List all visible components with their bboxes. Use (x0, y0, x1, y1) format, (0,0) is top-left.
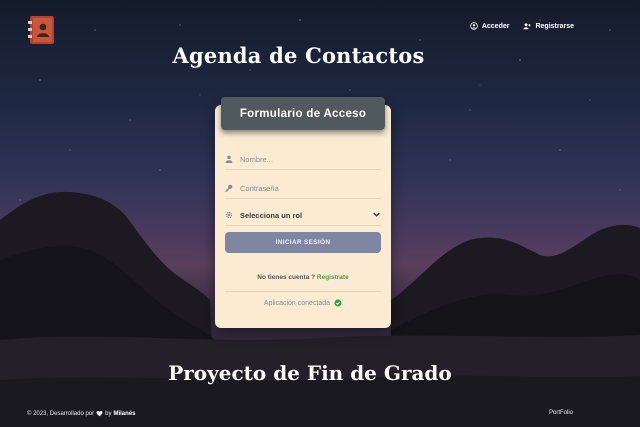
login-card-header: Formulario de Acceso (221, 97, 385, 130)
top-navigation: Acceder Registrarse (470, 22, 574, 30)
login-card: Formulario de Acceso Selecciona un rol I… (215, 97, 391, 328)
gear-icon (225, 211, 234, 220)
password-input[interactable] (240, 183, 370, 193)
author-name: Milanés (113, 410, 136, 417)
role-select[interactable]: Selecciona un rol (225, 205, 381, 226)
key-icon (225, 184, 234, 193)
heart-icon (96, 410, 103, 417)
register-link[interactable]: Registrarse (523, 22, 574, 30)
register-label: Registrarse (535, 22, 574, 30)
password-field (225, 178, 381, 199)
by-text: by (105, 410, 112, 417)
copyright-text: © 2023, Desarrollado por (27, 410, 95, 417)
user-plus-icon (523, 23, 532, 30)
name-input[interactable] (240, 154, 370, 164)
user-circle-icon (470, 22, 478, 30)
connection-status: Aplicación conectada (215, 299, 391, 307)
register-prompt: No tienes cuenta ? Registrate (215, 274, 391, 281)
connection-status-text: Aplicación conectada (263, 299, 331, 307)
login-label: Acceder (481, 22, 510, 30)
footer-credits: © 2023, Desarrollado por by Milanés (27, 410, 135, 417)
project-subtitle: Proyecto de Fin de Grado (168, 361, 452, 385)
page-title: Agenda de Contactos (172, 43, 425, 68)
name-field (225, 149, 381, 170)
divider (225, 291, 381, 292)
login-submit-button[interactable]: INICIAR SESIÓN (225, 232, 381, 253)
login-link[interactable]: Acceder (470, 22, 510, 30)
register-prompt-link[interactable]: Registrate (317, 274, 349, 281)
chevron-down-icon (372, 206, 381, 224)
check-circle-icon (334, 299, 342, 307)
role-select-value: Selecciona un rol (240, 210, 303, 220)
user-icon (225, 155, 234, 164)
address-book-icon[interactable] (28, 15, 56, 45)
portfolio-link[interactable]: PortFolio (549, 410, 573, 416)
no-account-text: No tienes cuenta ? (257, 274, 316, 281)
